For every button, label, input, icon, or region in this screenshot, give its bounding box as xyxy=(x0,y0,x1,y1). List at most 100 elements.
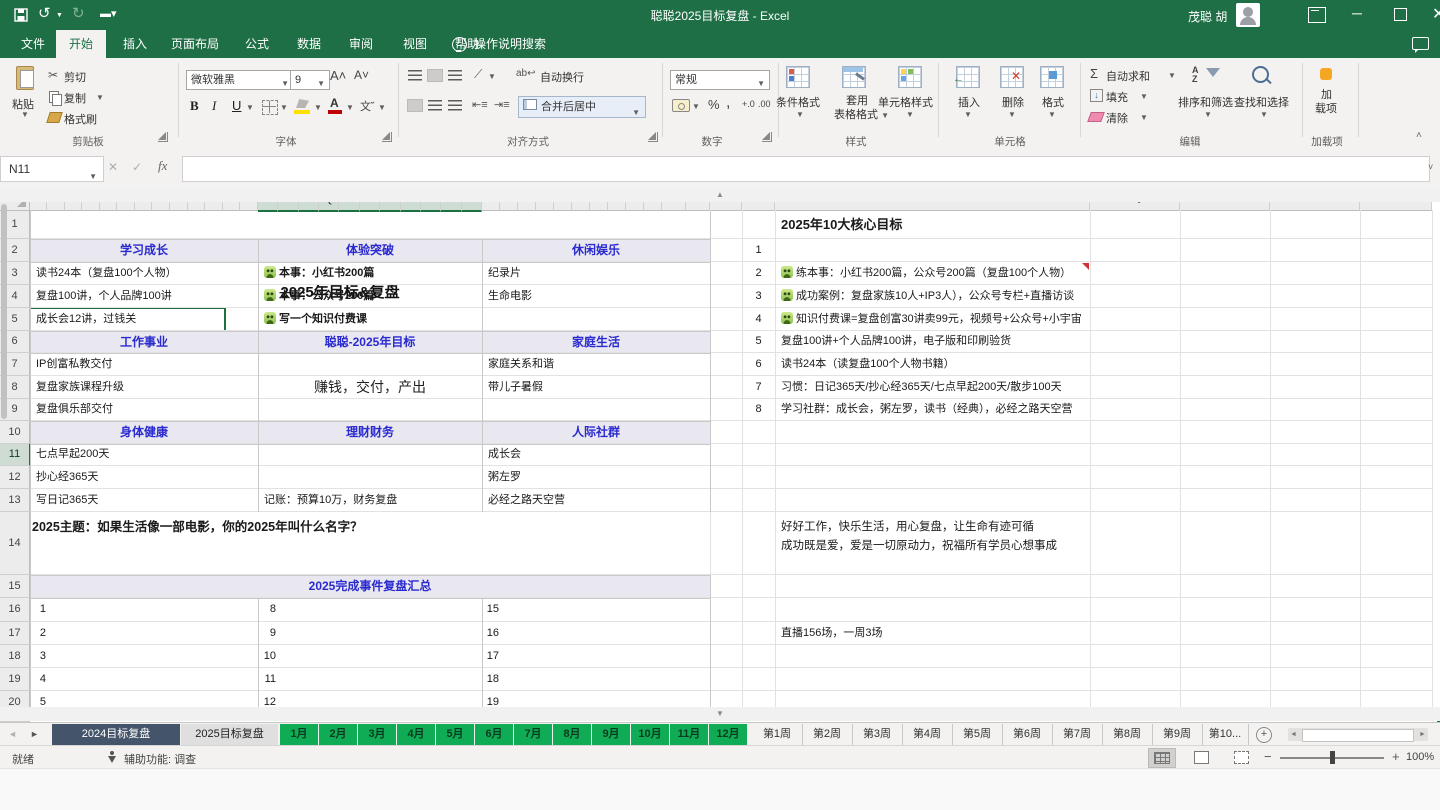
find-select-label[interactable]: 查找和选择 xyxy=(1234,94,1289,110)
phonetic-icon[interactable]: 文˘ xyxy=(360,98,375,114)
insert-cells-label[interactable]: 插入 xyxy=(958,94,980,110)
merged-goal-cell[interactable]: 赚钱，交付，产出 xyxy=(258,353,482,421)
theme-row-text[interactable]: 2025主题：如果生活像一部电影，你的2025年叫什么名字？ xyxy=(32,516,363,535)
enter-icon[interactable]: ✓ xyxy=(132,160,142,174)
delete-cells-icon[interactable]: ✕ xyxy=(1000,66,1024,88)
row-header-14[interactable]: 14 xyxy=(0,512,30,575)
summary-number[interactable]: 17 xyxy=(482,645,499,667)
align-left-icon[interactable] xyxy=(407,99,423,112)
delete-cells-dropdown-icon[interactable]: ▼ xyxy=(1008,110,1016,119)
sheet-tab-month-10月[interactable]: 10月 xyxy=(631,724,670,745)
addin-icon[interactable] xyxy=(1320,68,1332,80)
align-bottom-icon[interactable] xyxy=(448,70,462,81)
view-normal-button[interactable] xyxy=(1148,748,1176,768)
cell-text[interactable]: 纪录片 xyxy=(488,262,521,284)
core-goal-number[interactable]: 3 xyxy=(742,285,775,307)
menu-tab-页面布局[interactable]: 页面布局 xyxy=(158,30,232,58)
undo-dropdown-icon[interactable]: ▼ xyxy=(56,12,63,19)
zoom-slider-thumb[interactable] xyxy=(1330,751,1335,764)
align-center-icon[interactable] xyxy=(428,100,442,111)
fill-icon[interactable]: ↓ xyxy=(1090,89,1103,102)
format-painter-label[interactable]: 格式刷 xyxy=(64,111,97,127)
sheet-tab-week-3[interactable]: 第3周 xyxy=(852,724,903,745)
summary-number[interactable]: 2 xyxy=(30,622,46,644)
row-header-19[interactable]: 19 xyxy=(0,668,30,691)
sheet-tab-2024[interactable]: 2024目标复盘 xyxy=(52,724,180,745)
restore-button[interactable] xyxy=(1394,8,1407,21)
core-goal-text[interactable]: 知识付费课=复盘创富30讲卖99元，视频号+公众号+小宇宙 xyxy=(781,308,1082,330)
wrap-text-label[interactable]: 自动换行 xyxy=(540,69,584,85)
phonetic-dropdown-icon[interactable]: ▼ xyxy=(378,103,386,112)
core-goal-number[interactable]: 7 xyxy=(742,376,775,398)
orientation-icon[interactable]: ⟋ xyxy=(474,67,482,82)
summary-number[interactable]: 1 xyxy=(30,598,46,621)
zoom-in-button[interactable]: + xyxy=(1392,749,1400,764)
comments-icon[interactable] xyxy=(1412,37,1429,53)
summary-number[interactable]: 4 xyxy=(30,668,46,690)
font-dialog-launcher[interactable] xyxy=(382,132,392,142)
core-goal-text[interactable]: 学习社群：成长会，粥左罗，读书（经典），必经之路天空营 xyxy=(781,399,1073,420)
number-dialog-launcher[interactable] xyxy=(762,132,772,142)
sort-filter-dropdown-icon[interactable]: ▼ xyxy=(1204,110,1212,119)
core-goal-number[interactable]: 5 xyxy=(742,331,775,352)
currency-icon[interactable] xyxy=(672,99,690,112)
align-middle-icon[interactable] xyxy=(427,69,443,82)
number-format-select[interactable]: 常规 ▼ xyxy=(670,70,770,90)
summary-number[interactable]: 15 xyxy=(482,598,499,621)
increase-indent-icon[interactable]: ⇥≡ xyxy=(494,98,510,111)
cut-icon[interactable]: ✂ xyxy=(48,68,58,82)
sheet-tab-month-9月[interactable]: 9月 xyxy=(592,724,631,745)
menu-tab-数据[interactable]: 数据 xyxy=(284,30,334,58)
redo-icon[interactable]: ↻ xyxy=(72,4,85,22)
menu-tab-审阅[interactable]: 审阅 xyxy=(336,30,386,58)
row-header-17[interactable]: 17 xyxy=(0,622,30,645)
italic-icon[interactable]: I xyxy=(212,98,216,114)
summary-number[interactable]: 9 xyxy=(258,622,276,644)
sheet-tab-week-8[interactable]: 第8周 xyxy=(1102,724,1153,745)
live-note-text[interactable]: 直播156场，一周3场 xyxy=(781,622,882,644)
sheet-tab-month-12月[interactable]: 12月 xyxy=(709,724,748,745)
cell-text[interactable]: 本事：公众号200篇 xyxy=(264,285,374,307)
new-sheet-button[interactable]: + xyxy=(1256,727,1272,743)
wrap-text-icon[interactable]: ab↩ xyxy=(516,68,536,79)
view-page-layout-button[interactable] xyxy=(1188,748,1214,766)
cell-text[interactable]: 复盘家族课程升级 xyxy=(36,376,124,398)
copy-label[interactable]: 复制 xyxy=(64,90,86,106)
row-header-13[interactable]: 13 xyxy=(0,489,30,512)
sheet-tab-week-7[interactable]: 第7周 xyxy=(1052,724,1103,745)
hscroll-thumb[interactable] xyxy=(1302,729,1414,742)
cell-styles-icon[interactable] xyxy=(898,66,922,88)
sheet-tab-month-6月[interactable]: 6月 xyxy=(475,724,514,745)
view-page-break-button[interactable] xyxy=(1228,748,1254,766)
sort-filter-icon[interactable]: AZ xyxy=(1192,66,1199,84)
core-goal-number[interactable]: 6 xyxy=(742,353,775,375)
sheet-tab-month-3月[interactable]: 3月 xyxy=(358,724,397,745)
conditional-formatting-dropdown-icon[interactable]: ▼ xyxy=(796,110,804,119)
percent-style-icon[interactable]: % xyxy=(708,97,720,112)
sheet-tab-month-7月[interactable]: 7月 xyxy=(514,724,553,745)
format-painter-icon[interactable] xyxy=(46,112,63,123)
tab-scroll-right-icon[interactable]: ► xyxy=(30,729,39,739)
core-goal-number[interactable]: 4 xyxy=(742,308,775,330)
row-header-10[interactable]: 10 xyxy=(0,421,30,444)
cell-text[interactable]: 复盘俱乐部交付 xyxy=(36,399,113,420)
fill-color-icon[interactable] xyxy=(296,99,309,108)
paste-dropdown-icon[interactable]: ▼ xyxy=(21,110,29,119)
currency-dropdown-icon[interactable]: ▼ xyxy=(692,102,700,111)
format-cells-dropdown-icon[interactable]: ▼ xyxy=(1048,110,1056,119)
vscroll-up-icon[interactable]: ▲ xyxy=(0,188,1440,202)
sort-filter-funnel-icon[interactable] xyxy=(1206,68,1220,77)
core-goal-text[interactable]: 复盘100讲+个人品牌100讲，电子版和印刷验货 xyxy=(781,331,1011,352)
borders-dropdown-icon[interactable]: ▼ xyxy=(280,103,288,112)
ribbon-display-options-icon[interactable] xyxy=(1308,7,1326,23)
copy-dropdown-icon[interactable]: ▼ xyxy=(96,93,104,102)
sheet-tab-week-2[interactable]: 第2周 xyxy=(802,724,853,745)
copy-icon[interactable] xyxy=(49,91,62,106)
increase-decimal-icon[interactable]: +.0 xyxy=(742,99,755,109)
cell-text[interactable]: IP创富私教交付 xyxy=(36,353,112,375)
core-goal-number[interactable]: 8 xyxy=(742,399,775,420)
menu-tab-开始[interactable]: 开始 xyxy=(56,30,107,58)
zoom-out-button[interactable]: − xyxy=(1264,749,1272,764)
core-goal-number[interactable]: 1 xyxy=(742,239,775,261)
sheet-tab-week-6[interactable]: 第6周 xyxy=(1002,724,1053,745)
